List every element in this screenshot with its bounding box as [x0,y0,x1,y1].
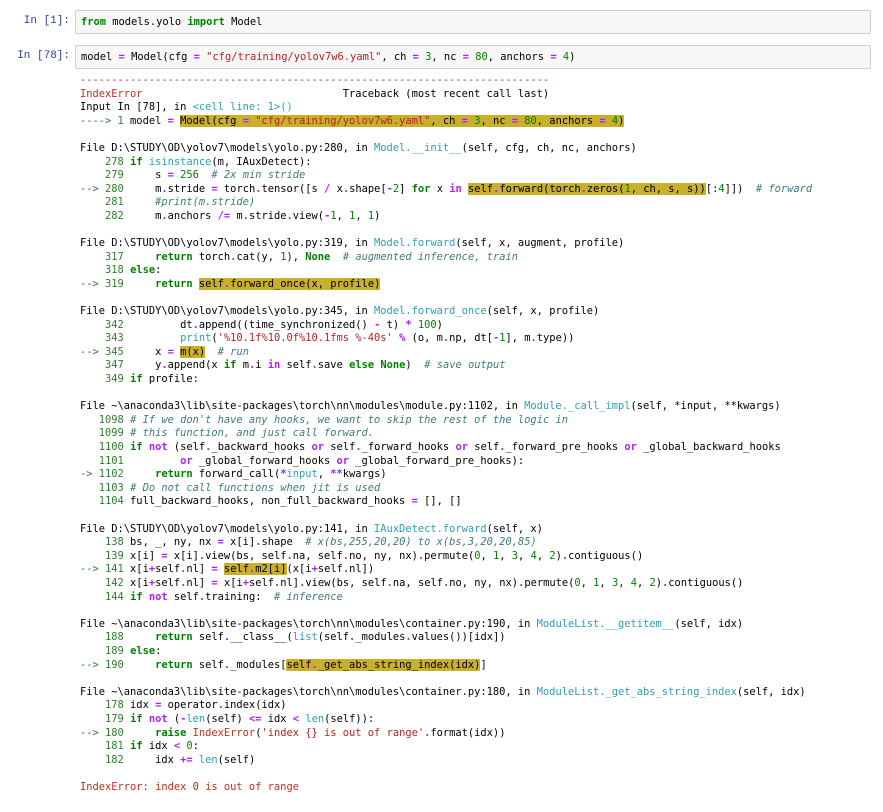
traceback-output: ----------------------------------------… [80,74,879,794]
input-line: Input In [78], in [80,101,193,114]
final-error: IndexError: index 0 is out of range [80,780,299,793]
cell-78-input[interactable]: model = Model(cfg = "cfg/training/yolov7… [75,45,871,69]
traceback-label: Traceback (most recent call last) [342,87,550,100]
cell-1-code: from models.yolo import Model [81,16,263,28]
traceback-text: ----------------------------------------… [80,74,813,793]
traceback-dashes: ----------------------------------------… [80,74,550,86]
cell-78-prompt: In [78]: [17,50,70,62]
error-name: IndexError [80,87,143,100]
cell-78-code: model = Model(cfg = "cfg/training/yolov7… [81,51,576,63]
input-loc: <cell line: 1>() [192,101,293,114]
cell-1-prompt: In [1]: [23,15,70,27]
cell-1-input[interactable]: from models.yolo import Model [75,10,871,34]
